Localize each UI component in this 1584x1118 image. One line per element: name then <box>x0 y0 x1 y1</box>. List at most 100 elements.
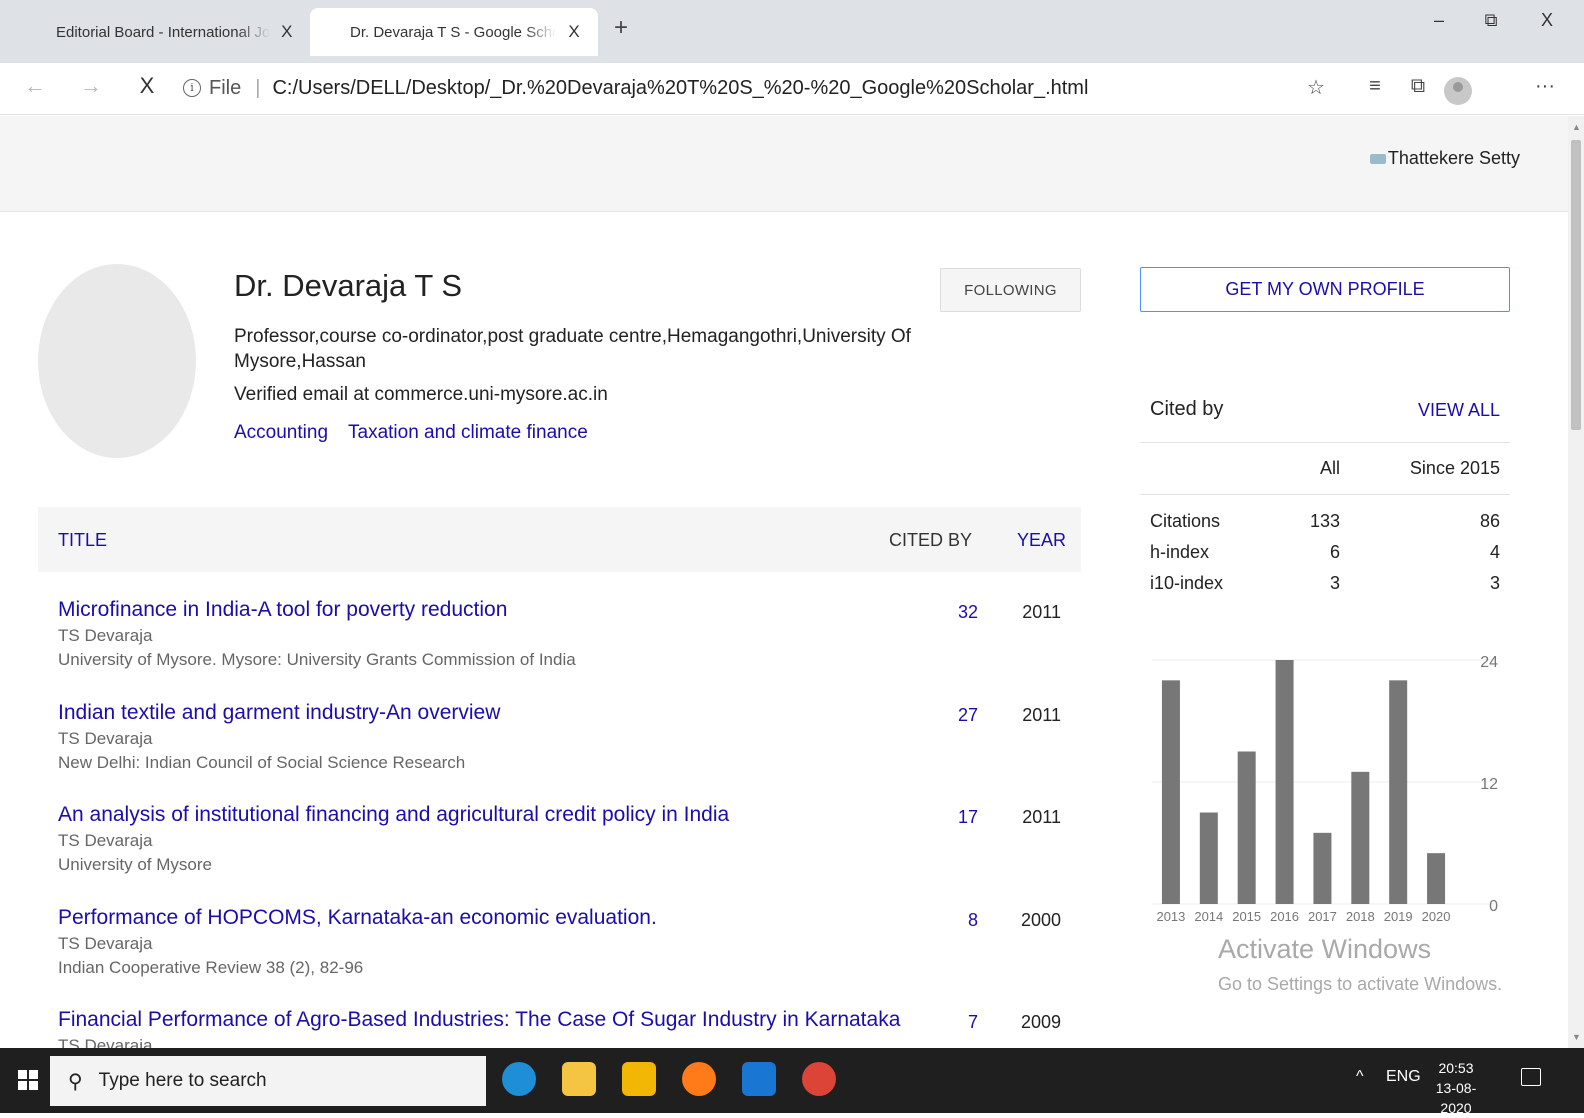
url-text[interactable]: C:/Users/DELL/Desktop/_Dr.%20Devaraja%20… <box>272 77 1088 100</box>
back-icon[interactable]: ← <box>20 73 50 99</box>
cited-by-link[interactable]: 27 <box>918 705 978 726</box>
publication-title-link[interactable]: Performance of HOPCOMS, Karnataka-an eco… <box>58 906 657 930</box>
publication-title-link[interactable]: Financial Performance of Agro-Based Indu… <box>58 1008 900 1032</box>
chart-bar-2014[interactable] <box>1199 812 1218 905</box>
publication-title-link[interactable]: An analysis of institutional financing a… <box>58 803 729 827</box>
chart-x-tick-label: 2017 <box>1308 909 1337 924</box>
stat-label: Citations <box>1150 511 1221 531</box>
forward-icon[interactable]: → <box>76 73 106 99</box>
tray-expand-icon[interactable]: ^ <box>1356 1068 1364 1086</box>
profile-photo <box>38 264 196 458</box>
divider <box>1140 442 1510 443</box>
profile-avatar-icon[interactable] <box>1444 77 1472 105</box>
favorite-star-icon[interactable]: ☆ <box>1301 75 1331 100</box>
publication-year: 2011 <box>1022 705 1061 725</box>
chart-bar-2019[interactable] <box>1389 680 1408 904</box>
interest-link[interactable]: Taxation and climate finance <box>348 422 588 444</box>
activate-windows-title: Activate Windows <box>1218 934 1432 964</box>
more-menu-icon[interactable]: ··· <box>1530 75 1560 98</box>
restore-icon[interactable]: ⧉ <box>1476 10 1506 31</box>
minimize-icon[interactable]: – <box>1424 10 1454 31</box>
chart-bar-2015[interactable] <box>1237 751 1256 905</box>
tab-close-icon[interactable]: X <box>278 22 296 42</box>
page-scrollbar[interactable]: ▲ ▼ <box>1568 116 1584 1048</box>
table-row: Microfinance in India-A tool for poverty… <box>38 598 1081 698</box>
cited-by-link[interactable]: 7 <box>918 1012 978 1033</box>
close-window-icon[interactable]: X <box>1532 10 1562 31</box>
publication-authors: TS Devaraja <box>58 729 153 748</box>
chart-x-tick-label: 2013 <box>1156 909 1185 924</box>
mail-icon[interactable] <box>742 1062 776 1096</box>
firefox-icon[interactable] <box>682 1062 716 1096</box>
chart-bar-2016[interactable] <box>1275 660 1294 904</box>
chart-bar-2018[interactable] <box>1351 771 1370 904</box>
publication-authors: TS Devaraja <box>58 626 153 645</box>
profile-interests: Accounting Taxation and climate finance <box>234 422 588 444</box>
profile-email: Verified email at commerce.uni-mysore.ac… <box>234 384 608 405</box>
stat-row-i10-index: i10-index 3 3 <box>1140 573 1510 603</box>
view-all-link[interactable]: VIEW ALL <box>1418 400 1500 421</box>
publication-year: 2011 <box>1022 807 1061 827</box>
sort-by-title[interactable]: TITLE <box>58 530 107 551</box>
table-row: Performance of HOPCOMS, Karnataka-an eco… <box>38 906 1081 1006</box>
scroll-thumb[interactable] <box>1571 140 1581 430</box>
chart-bar-2017[interactable] <box>1313 832 1332 904</box>
file-explorer-icon[interactable] <box>562 1062 596 1096</box>
tab-title: Dr. Devaraja T S - Google Schola <box>350 23 557 41</box>
store-icon[interactable] <box>622 1062 656 1096</box>
url-field[interactable]: i File | C:/Users/DELL/Desktop/_Dr.%20De… <box>183 69 1333 107</box>
publication-venue: University of Mysore <box>58 855 212 874</box>
windows-start-icon[interactable] <box>18 1070 38 1090</box>
cited-by-link[interactable]: 17 <box>918 807 978 828</box>
cited-by-link[interactable]: 32 <box>918 602 978 623</box>
publication-title-link[interactable]: Indian textile and garment industry-An o… <box>58 701 500 725</box>
taskbar-search-box[interactable]: ⚲ Type here to search <box>50 1056 486 1106</box>
language-indicator[interactable]: ENG <box>1386 1068 1421 1086</box>
stat-row-h-index: h-index 6 4 <box>1140 542 1510 572</box>
tab-close-icon[interactable]: X <box>564 22 584 42</box>
new-tab-icon[interactable]: + <box>606 14 636 42</box>
tab-editorial-board[interactable]: Editorial Board - International Jo X <box>0 8 310 56</box>
favorites-list-icon[interactable]: ≡ <box>1360 75 1390 98</box>
get-my-own-profile-button[interactable]: GET MY OWN PROFILE <box>1140 267 1510 312</box>
chrome-icon[interactable] <box>802 1062 836 1096</box>
citations-chart-svg: 24 12 0 2013 2014 2015 2016 2017 2018 2019 2020 <box>1152 654 1498 924</box>
chart-x-tick-label: 2020 <box>1422 909 1451 924</box>
sort-by-cited[interactable]: CITED BY <box>889 530 972 551</box>
chart-bar-2013[interactable] <box>1161 680 1180 904</box>
publication-year: 2009 <box>1020 1012 1061 1032</box>
cited-by-link[interactable]: 8 <box>918 910 978 931</box>
publication-authors: TS Devaraja <box>58 1036 153 1048</box>
scholar-top-bar: Thattekere Setty <box>0 116 1568 212</box>
profile-name: Dr. Devaraja T S <box>234 268 463 303</box>
col-since-header: Since 2015 <box>1409 458 1500 478</box>
chart-x-tick-label: 2016 <box>1270 909 1299 924</box>
collections-icon[interactable]: ⧉ <box>1403 75 1433 98</box>
stat-label: h-index <box>1150 542 1210 562</box>
chart-x-tick-label: 2019 <box>1384 909 1413 924</box>
scroll-down-icon[interactable]: ▼ <box>1572 1032 1581 1042</box>
chart-y-tick-label: 24 <box>1480 654 1498 671</box>
publication-year: 2000 <box>1020 910 1061 930</box>
publication-title-link[interactable]: Microfinance in India-A tool for poverty… <box>58 598 507 622</box>
stop-loading-icon[interactable]: X <box>132 73 162 99</box>
divider <box>1140 494 1510 495</box>
chart-bar-2020[interactable] <box>1427 853 1446 904</box>
interest-link[interactable]: Accounting <box>234 422 328 444</box>
scroll-up-icon[interactable]: ▲ <box>1572 122 1581 132</box>
sort-by-year[interactable]: YEAR <box>1017 530 1066 551</box>
edge-icon[interactable] <box>502 1062 536 1096</box>
notification-center-icon[interactable] <box>1521 1068 1541 1086</box>
tab-google-scholar[interactable]: Dr. Devaraja T S - Google Schola X <box>310 8 598 56</box>
stat-all-value: 3 <box>1329 573 1340 593</box>
stat-row-citations: Citations 133 86 <box>1140 511 1510 541</box>
info-icon[interactable]: i <box>183 79 201 97</box>
taskbar-clock[interactable]: 20:53 13-08-2020 <box>1424 1058 1488 1118</box>
table-row: Indian textile and garment industry-An o… <box>38 701 1081 801</box>
url-scheme-label: File <box>209 76 242 99</box>
account-name: Thattekere Setty <box>1387 148 1520 168</box>
chart-x-tick-label: 2015 <box>1232 909 1261 924</box>
account-button[interactable]: Thattekere Setty <box>1369 148 1520 169</box>
publication-authors: TS Devaraja <box>58 934 153 953</box>
following-button[interactable]: FOLLOWING <box>940 268 1081 312</box>
